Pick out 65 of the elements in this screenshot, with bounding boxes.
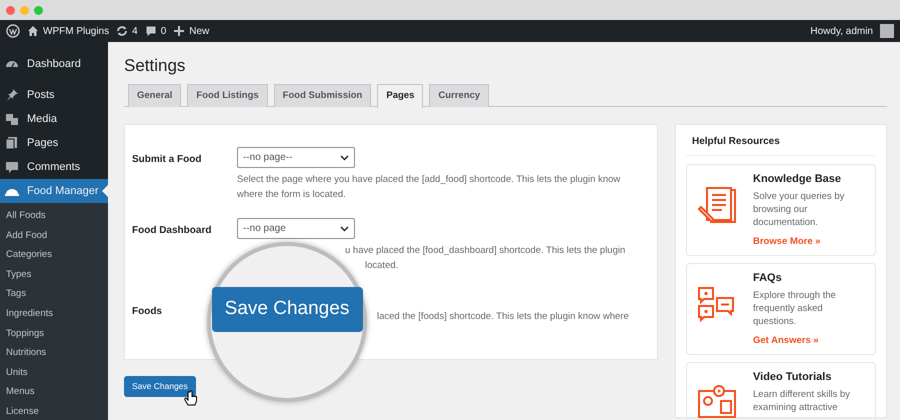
resource-title: Knowledge Base	[753, 173, 842, 186]
submenu-item[interactable]: Units	[0, 362, 108, 382]
tab[interactable]: Currency	[429, 84, 490, 107]
magnified-save-button[interactable]: Save Changes	[212, 286, 362, 332]
submenu-item[interactable]: Nutritions	[0, 343, 108, 363]
minimize-dot[interactable]	[20, 6, 29, 14]
comment-icon	[5, 160, 19, 174]
media-icon	[5, 112, 19, 126]
sidebar-item[interactable]: Pages	[0, 131, 108, 155]
description-text: Select the page where you have placed the [add_food] shortcode. This lets the plugin know	[237, 173, 620, 187]
submenu-item[interactable]: Types	[0, 264, 108, 284]
resource-description: Explore through the frequently asked questions.	[753, 289, 837, 328]
pages-icon	[5, 136, 19, 150]
chevron-down-icon	[340, 154, 349, 160]
close-dot[interactable]	[6, 6, 15, 14]
submenu-item[interactable]: License	[0, 402, 108, 420]
wordpress-logo-icon[interactable]	[6, 24, 20, 38]
comment-icon	[144, 25, 157, 37]
resources-title: Helpful Resources	[686, 132, 876, 156]
comments-count[interactable]: 0	[160, 24, 166, 38]
description-text: where the form is located.	[237, 188, 346, 202]
page-title: Settings	[124, 56, 186, 76]
field-label: Submit a Food	[132, 153, 202, 167]
field-label: Food Dashboard	[132, 224, 212, 238]
sidebar-item[interactable]: Media	[0, 107, 108, 131]
submenu-item[interactable]: Add Food	[0, 226, 108, 246]
pin-icon	[5, 88, 19, 102]
description-text: laced the [foods] shortcode. This lets the plugin know where	[377, 310, 629, 324]
submenu-item[interactable]: Tags	[0, 284, 108, 304]
submenu-item[interactable]: Toppings	[0, 324, 108, 344]
resource-description: Solve your queries by browsing our documentation.	[753, 190, 846, 230]
submenu-item[interactable]: Categories	[0, 245, 108, 265]
avatar-icon[interactable]	[880, 24, 894, 38]
updates-count[interactable]: 4	[132, 24, 138, 38]
submenu-item[interactable]: All Foods	[0, 206, 108, 226]
speech-bubbles-icon	[697, 286, 737, 322]
sidebar-item[interactable]: Posts	[0, 83, 108, 107]
site-name-link[interactable]: WPFM Plugins	[43, 24, 110, 38]
greeting-text[interactable]: Howdy, admin	[810, 24, 873, 38]
hand-cursor-icon	[184, 390, 198, 408]
page-select[interactable]: --no page--	[237, 147, 355, 168]
sidebar-item[interactable]: Food Manager	[0, 179, 108, 203]
page-select[interactable]: --no page	[237, 218, 355, 239]
resource-title: FAQs	[753, 272, 783, 286]
new-link[interactable]: New	[189, 24, 210, 38]
menu-pointer-icon	[102, 185, 108, 197]
maximize-dot[interactable]	[34, 6, 43, 14]
description-text: u have placed the [food_dashboard] shortcode. This lets the plugin	[345, 244, 626, 258]
tab[interactable]: General	[128, 84, 182, 107]
sidebar-item[interactable]: Comments	[0, 155, 108, 179]
sidebar-item[interactable]: Dashboard	[0, 52, 108, 76]
submenu-item[interactable]: Ingredients	[0, 304, 108, 324]
home-icon	[27, 25, 39, 37]
tab[interactable]: Food Submission	[274, 84, 372, 107]
document-pencil-icon	[697, 187, 737, 223]
submenu-item[interactable]: Menus	[0, 382, 108, 402]
tab[interactable]: Pages	[377, 84, 424, 108]
tab[interactable]: Food Listings	[187, 84, 268, 107]
plus-icon	[173, 25, 186, 37]
resource-title: Video Tutorials	[753, 371, 832, 384]
chevron-down-icon	[340, 226, 349, 232]
resource-description: Learn different skills by examining attractive	[753, 388, 851, 414]
save-changes-button[interactable]: Save Changes	[124, 376, 196, 397]
description-text: located.	[365, 258, 398, 272]
updates-icon	[116, 25, 128, 37]
